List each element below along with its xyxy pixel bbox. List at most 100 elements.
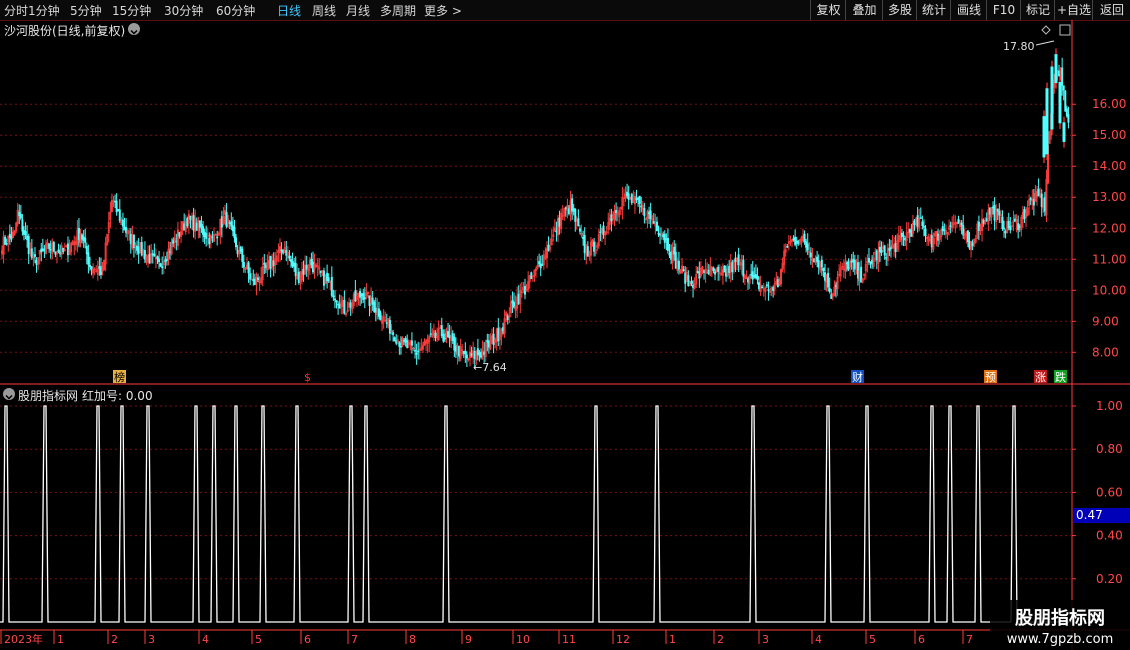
- candle-body: [359, 290, 362, 298]
- low-price-label: ←7.64: [473, 361, 507, 374]
- candle-body: [957, 218, 960, 224]
- price-tick-label: 12.00: [1092, 221, 1126, 235]
- candle-body: [786, 246, 789, 248]
- candle-body: [310, 258, 313, 266]
- candle-body: [599, 231, 602, 234]
- candle-body: [175, 240, 178, 243]
- candle-body: [747, 278, 750, 283]
- candle-body: [470, 352, 473, 357]
- candle-body: [1043, 197, 1046, 212]
- candle-body: [698, 271, 701, 279]
- candle-body: [24, 231, 27, 235]
- candle-body: [797, 240, 800, 244]
- candle-body: [663, 233, 666, 243]
- candle-body: [169, 251, 172, 253]
- candle-body: [19, 214, 22, 219]
- candle-body: [377, 308, 380, 317]
- candle-body: [451, 333, 454, 341]
- candle-body: [690, 281, 693, 284]
- candle-body: [648, 212, 651, 215]
- candle-body: [539, 263, 542, 269]
- candle-body: [637, 198, 640, 200]
- candle-body: [908, 229, 911, 233]
- candle-body: [567, 208, 570, 214]
- candle-body: [1040, 193, 1043, 207]
- candle-body: [35, 260, 38, 265]
- candle-body: [867, 257, 870, 263]
- candle-body: [998, 211, 1001, 216]
- candle-body: [894, 243, 897, 252]
- indicator-signal-line: [0, 405, 1072, 623]
- event-marker-label: 榜: [114, 370, 125, 384]
- chevron-down-icon[interactable]: [3, 388, 15, 400]
- candle-body: [294, 262, 297, 277]
- candle-body: [395, 340, 398, 344]
- candle-body: [1050, 66, 1054, 130]
- candle-body: [888, 248, 891, 251]
- candle-body: [415, 352, 418, 355]
- candle-body: [776, 279, 779, 288]
- candle-body: [235, 237, 238, 248]
- candle-body: [373, 301, 376, 312]
- watermark: 股朋指标网 www.7gpzb.com: [990, 600, 1130, 650]
- candle-body: [48, 243, 51, 249]
- candle-body: [263, 262, 266, 265]
- candle-body: [136, 245, 139, 251]
- price-tick-label: 16.00: [1092, 97, 1126, 111]
- candle-body: [555, 230, 558, 233]
- x-axis-label: 3: [762, 633, 769, 646]
- candle-body: [517, 293, 520, 304]
- candle-body: [845, 262, 848, 265]
- candle-body: [228, 222, 231, 224]
- candle-body: [922, 226, 925, 228]
- candle-body: [578, 228, 581, 232]
- price-tick-label: 10.00: [1092, 283, 1126, 297]
- candle-body: [883, 245, 886, 256]
- candle-body: [10, 235, 13, 240]
- candle-body: [478, 352, 481, 356]
- candle-body: [202, 226, 205, 235]
- candle-body: [404, 338, 407, 343]
- candle-body: [49, 248, 52, 251]
- candle-body: [673, 247, 676, 255]
- candle-body: [483, 351, 486, 355]
- candle-body: [643, 208, 646, 217]
- candle-body: [22, 230, 25, 235]
- candle-body: [1045, 88, 1049, 155]
- candle-body: [977, 221, 980, 231]
- candle-body: [1018, 225, 1021, 228]
- candle-body: [385, 322, 388, 324]
- candle-body: [992, 206, 995, 209]
- candle-body: [230, 221, 233, 227]
- candle-body: [332, 295, 335, 298]
- candle-body: [200, 223, 203, 228]
- candle-body: [403, 340, 406, 342]
- candle-body: [670, 251, 673, 260]
- candle-body: [820, 259, 823, 268]
- candle-body: [343, 299, 346, 314]
- candle-body: [156, 256, 159, 259]
- candle-body: [707, 269, 710, 275]
- candle-body: [165, 259, 168, 261]
- x-axis-label: 2: [717, 633, 724, 646]
- candle-body: [26, 235, 29, 241]
- candle-body: [850, 260, 853, 263]
- candle-body: [737, 254, 740, 265]
- candle-body: [178, 232, 181, 237]
- candle-body: [627, 193, 630, 200]
- candle-body: [330, 276, 333, 296]
- candle-body: [610, 214, 613, 222]
- price-tick-label: 9.00: [1092, 314, 1119, 328]
- candle-body: [919, 217, 922, 219]
- candle-body: [52, 242, 55, 252]
- candle-body: [447, 331, 450, 338]
- candle-body: [834, 284, 837, 288]
- candle-body: [291, 261, 294, 267]
- watermark-title: 股朋指标网: [1015, 608, 1105, 629]
- x-axis-label: 7: [966, 633, 973, 646]
- candle-body: [847, 261, 850, 270]
- candle-body: [1037, 188, 1040, 196]
- candle-body: [195, 222, 198, 231]
- candle-body: [723, 265, 726, 273]
- high-price-label: 17.80: [1003, 40, 1035, 53]
